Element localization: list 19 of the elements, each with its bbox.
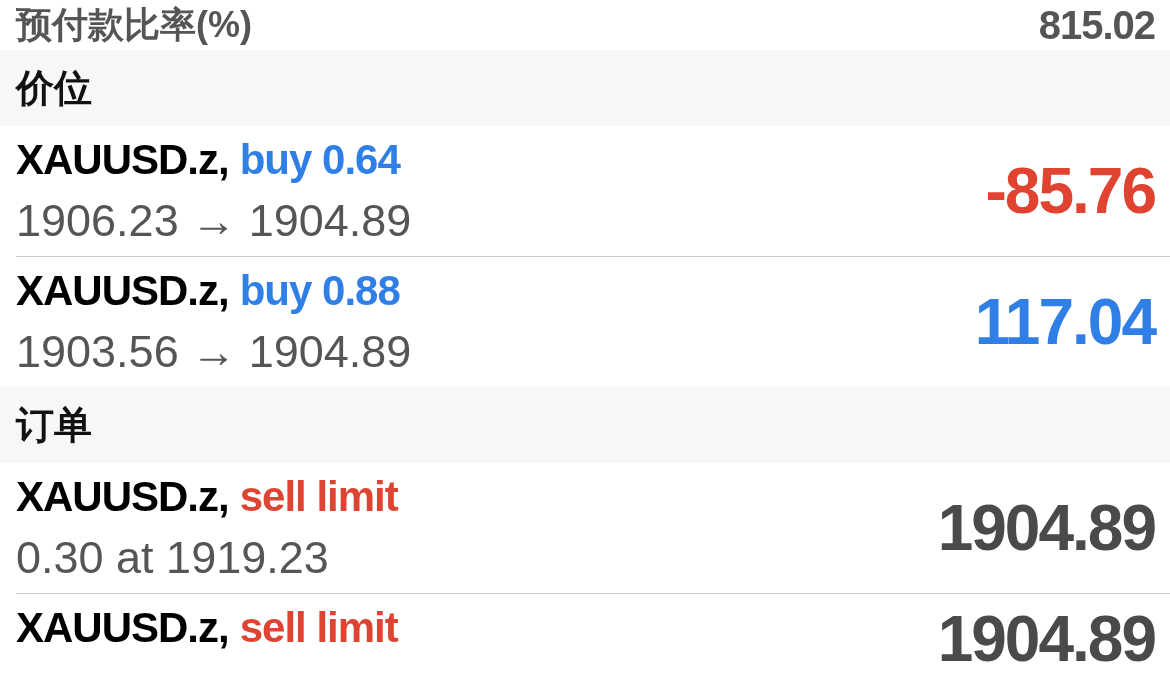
amount-value: 117.04: [974, 286, 1155, 358]
symbol-text: XAUUSD.z,: [16, 135, 229, 185]
order-type-text: sell limit: [239, 603, 398, 653]
symbol-text: XAUUSD.z,: [16, 266, 229, 316]
order-type-text: buy 0.88: [239, 266, 400, 316]
summary-label: 预付款比率(%): [16, 3, 252, 47]
price-detail-text: 1903.56 → 1904.89: [16, 326, 412, 377]
order-type-text: sell limit: [239, 472, 398, 522]
section-title: 订单: [16, 403, 92, 448]
order-type-text: buy 0.64: [239, 135, 400, 185]
amount-value: -85.76: [985, 155, 1155, 227]
amount-value: 1904.89: [937, 492, 1155, 564]
price-detail-text: 1906.23 → 1904.89: [16, 195, 412, 246]
symbol-text: XAUUSD.z,: [16, 472, 229, 522]
symbol-text: XAUUSD.z,: [16, 603, 229, 653]
summary-value: 815.02: [1038, 3, 1155, 47]
section-title: 价位: [16, 66, 92, 111]
price-detail-text: 0.30 at 1919.23: [16, 532, 329, 583]
amount-value: 1904.89: [937, 603, 1155, 675]
